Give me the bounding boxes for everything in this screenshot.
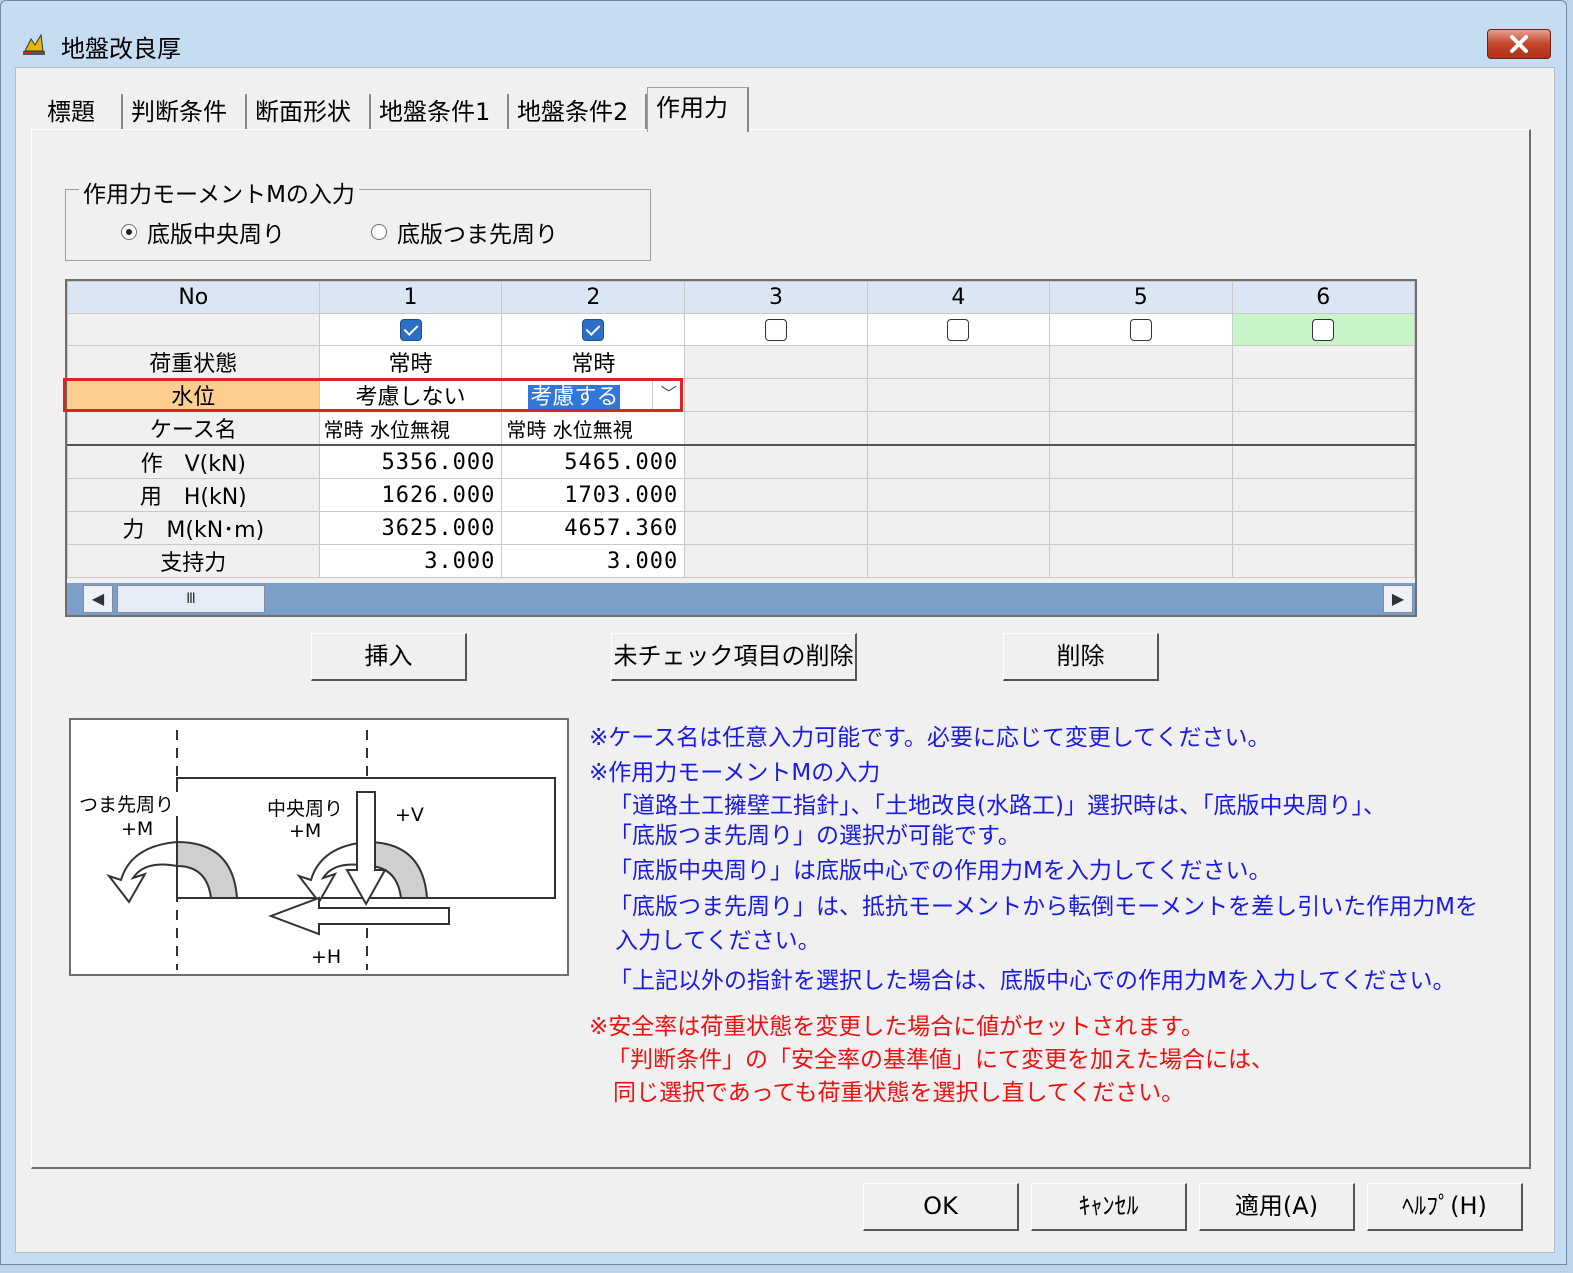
close-icon	[1510, 35, 1528, 53]
tab-title[interactable]: 標題	[39, 94, 123, 130]
app-icon	[23, 33, 45, 55]
tab-judgement[interactable]: 判断条件	[123, 94, 247, 130]
tab-panel	[31, 129, 1531, 1169]
tab-section-shape[interactable]: 断面形状	[247, 94, 371, 130]
tab-label: 作用力	[656, 94, 728, 122]
window-title: 地盤改良厚	[61, 35, 181, 63]
tab-ground-2[interactable]: 地盤条件2	[509, 94, 647, 130]
ok-button[interactable]: OK	[863, 1183, 1019, 1231]
tab-acting-force[interactable]: 作用力	[647, 87, 749, 132]
tab-ground-1[interactable]: 地盤条件1	[371, 94, 509, 130]
tab-label: 標題	[47, 98, 95, 126]
apply-button[interactable]: 適用(A)	[1199, 1183, 1355, 1231]
tab-label: 地盤条件1	[379, 98, 491, 126]
help-button[interactable]: ﾍﾙﾌﾟ(H)	[1367, 1183, 1523, 1231]
tab-label: 地盤条件2	[517, 98, 629, 126]
tab-label: 判断条件	[131, 98, 227, 126]
dialog-window: 地盤改良厚 標題 判断条件 断面形状 地盤条件1 地盤条件2 作用力 作用力モー…	[0, 0, 1567, 1265]
title-bar[interactable]: 地盤改良厚	[1, 1, 1566, 67]
close-button[interactable]	[1487, 29, 1551, 59]
cancel-button[interactable]: ｷｬﾝｾﾙ	[1031, 1183, 1187, 1231]
tab-label: 断面形状	[255, 98, 351, 126]
